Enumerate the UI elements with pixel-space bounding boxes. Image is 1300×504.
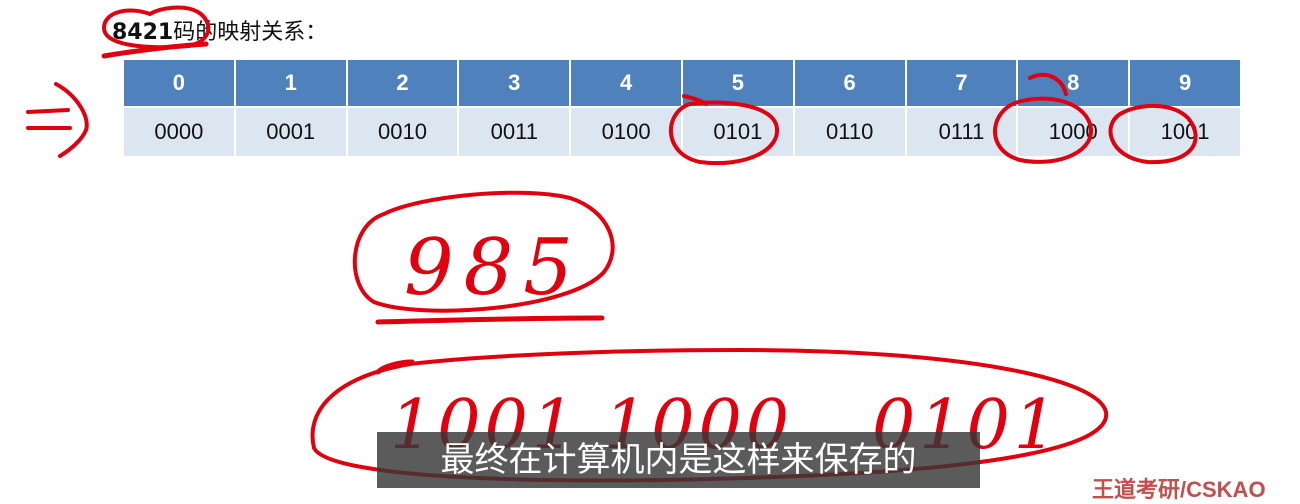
handwritten-number-985: 985 — [404, 223, 583, 313]
ink-circle-heading — [102, 5, 211, 50]
implies-arrow-icon — [26, 82, 89, 158]
ink-circle-0101 — [668, 100, 780, 166]
ink-underline-985 — [375, 315, 605, 325]
ink-tick-8 — [1028, 72, 1068, 96]
ink-circle-1001 — [1108, 103, 1198, 165]
brand-watermark: 王道考研/CSKAO — [1092, 477, 1266, 502]
ink-circle-1000 — [993, 96, 1094, 164]
video-subtitle: 最终在计算机内是这样来保存的 — [377, 432, 980, 488]
handwriting-annotations: 985 1001 1000 0101 — [26, 5, 1198, 483]
